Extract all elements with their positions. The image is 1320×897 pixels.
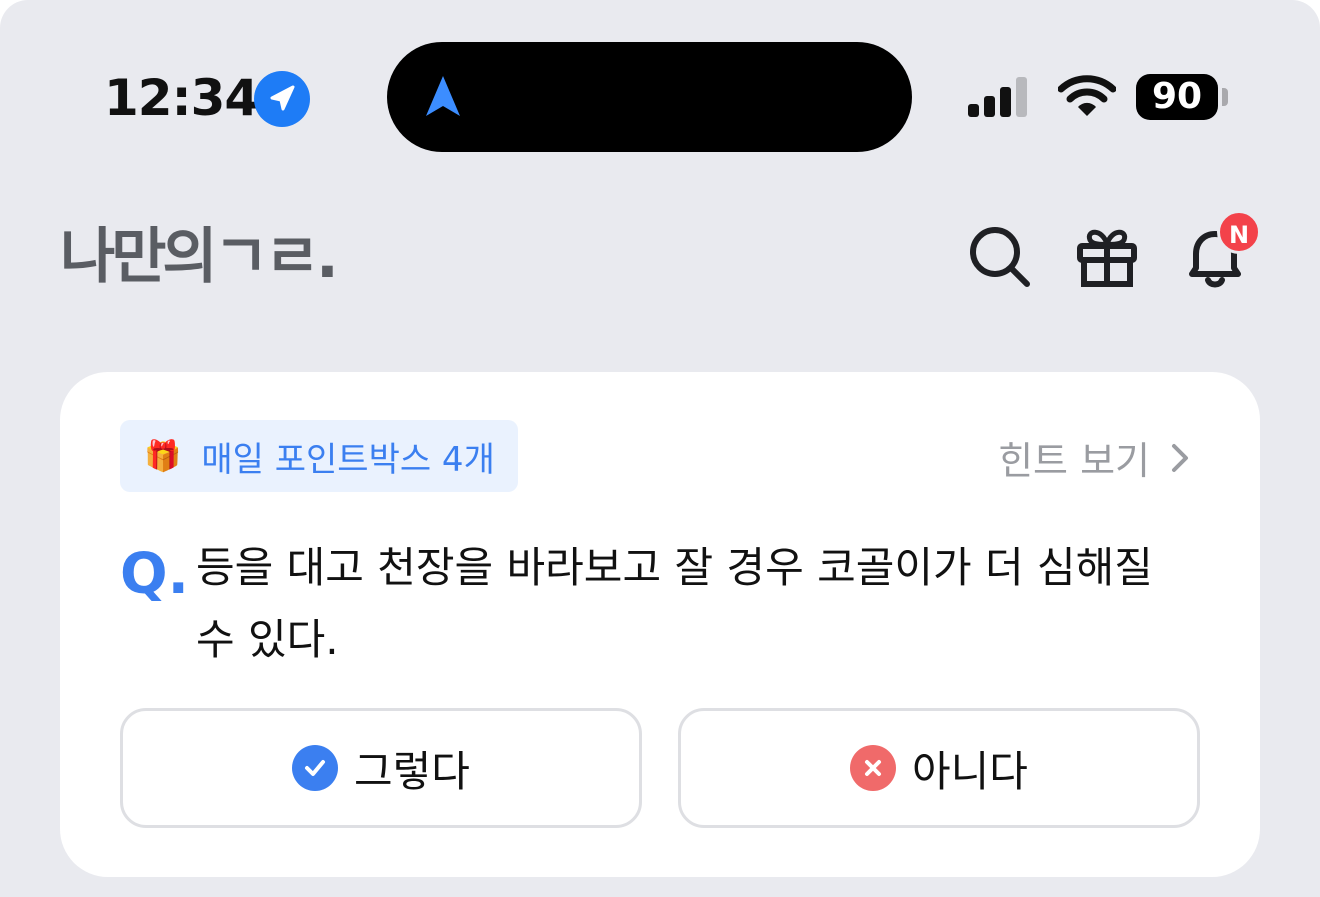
gift-emoji-icon: 🎁 bbox=[144, 438, 182, 474]
answer-yes-label: 그렇다 bbox=[354, 746, 470, 796]
answer-no-label: 아니다 bbox=[912, 746, 1028, 796]
check-circle-icon bbox=[292, 745, 339, 791]
cellular-signal-icon bbox=[968, 77, 1027, 117]
status-time: 12:34 bbox=[104, 69, 259, 127]
hint-label: 힌트 보기 bbox=[998, 439, 1150, 483]
hint-link[interactable]: 힌트 보기 bbox=[998, 430, 1190, 485]
answer-yes-button[interactable]: 그렇다 bbox=[120, 708, 642, 828]
question-text: 등을 대고 천장을 바라보고 잘 경우 코골이가 더 심해질 수 있다. bbox=[196, 543, 1153, 664]
gift-icon[interactable] bbox=[1072, 222, 1142, 292]
app-logo[interactable]: 나만의ㄱㄹ. bbox=[60, 222, 339, 292]
app-screen: 12:34 90 나만의ㄱㄹ. N 🎁 매일 포인트박스 4개 힌트 보기 Q.… bbox=[0, 0, 1320, 897]
location-arrow-icon bbox=[254, 71, 310, 127]
quiz-card: 🎁 매일 포인트박스 4개 힌트 보기 Q. 등을 대고 천장을 바라보고 잘 … bbox=[60, 372, 1260, 877]
battery-cap bbox=[1222, 88, 1228, 106]
search-icon[interactable] bbox=[965, 222, 1035, 292]
answer-no-button[interactable]: 아니다 bbox=[678, 708, 1200, 828]
point-box-label: 매일 포인트박스 4개 bbox=[201, 439, 495, 480]
chevron-right-icon bbox=[1172, 443, 1188, 472]
x-circle-icon bbox=[850, 745, 897, 791]
question-prefix: Q. bbox=[120, 542, 189, 607]
battery-icon: 90 bbox=[1136, 74, 1218, 120]
wifi-icon bbox=[1058, 75, 1116, 116]
notification-badge: N bbox=[1217, 210, 1261, 254]
daily-point-box-chip[interactable]: 🎁 매일 포인트박스 4개 bbox=[120, 420, 518, 492]
navigation-icon bbox=[426, 76, 460, 116]
dynamic-island bbox=[387, 42, 912, 152]
